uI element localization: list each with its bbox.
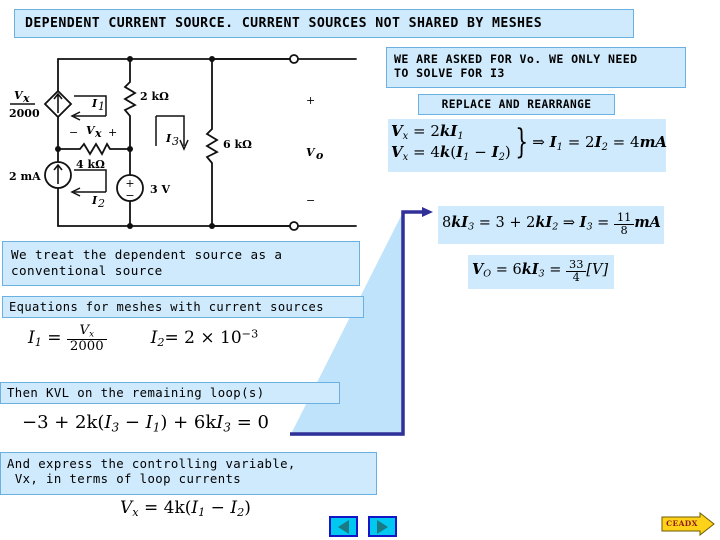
next-slide-button[interactable]: [368, 516, 397, 537]
i1-symbol: I: [28, 327, 35, 348]
i2-equals: =: [164, 327, 179, 348]
svg-text:x: x: [22, 92, 30, 105]
vx-pair-line2: Vx = 4k(I1 − I2): [391, 142, 511, 163]
equation-vo-solve: VO = 6kI3 = 33 4 [V]: [468, 255, 614, 289]
i2-value: 2 × 10: [184, 327, 242, 348]
fraction-vx-2000: Vx 2000: [66, 324, 107, 354]
svg-text:2 kΩ: 2 kΩ: [140, 90, 169, 103]
vo-units: [V]: [586, 261, 609, 278]
i3-lhs: 8kI3 = 3 + 2kI2 ⇒ I3 =: [442, 213, 614, 233]
vx-final-expression: Vx = 4k(I1 − I2): [120, 498, 251, 520]
equation-i3-solve: 8kI3 = 3 + 2kI2 ⇒ I3 = 11 8 mA: [438, 206, 664, 244]
vx-symbol: V: [79, 323, 90, 338]
fraction-denominator: 4: [566, 270, 587, 284]
curly-brace-icon: }: [515, 122, 528, 161]
fraction-numerator: 11: [616, 211, 632, 224]
eq-i1-def: I1 = Vx 2000: [28, 324, 107, 353]
vx-pair-stack: Vx = 2kI1 Vx = 4k(I1 − I2): [391, 122, 511, 164]
equation-kvl-loop: −3 + 2k(I3 − I1) + 6kI3 = 0: [22, 412, 269, 434]
fraction-denominator: 8: [613, 223, 635, 237]
eq-i2-def: I2= 2 × 10−3: [151, 326, 259, 349]
svg-text:x: x: [94, 127, 102, 140]
slide-title: DEPENDENT CURRENT SOURCE. CURRENT SOURCE…: [14, 9, 634, 38]
svg-text:3 V: 3 V: [150, 183, 170, 196]
callout-replace: REPLACE AND REARRANGE: [418, 94, 615, 115]
slide-canvas: DEPENDENT CURRENT SOURCE. CURRENT SOURCE…: [0, 0, 720, 540]
fraction-numerator: Vx: [67, 324, 107, 339]
i2-subscript: 2: [157, 335, 165, 349]
vx-subscript: x: [132, 506, 139, 520]
equation-vx-pair: Vx = 2kI1 Vx = 4k(I1 − I2) } ⇒ I1 = 2I2 =…: [388, 119, 668, 172]
svg-text:−: −: [125, 189, 134, 202]
equation-vx-controlling: Vx = 4k(I1 − I2): [120, 498, 251, 519]
svg-text:4 kΩ: 4 kΩ: [76, 158, 105, 171]
svg-text:−: −: [306, 194, 315, 207]
svg-text:+: +: [306, 94, 315, 107]
callout-express-controlling-variable: And express the controlling variable, Vx…: [0, 452, 377, 495]
callout-mesh-equations: Equations for meshes with current source…: [2, 296, 364, 318]
circuit-diagram: + − V x 2000 I 1 I 2 I 3 2 kΩ 6 kΩ 4 kΩ …: [6, 44, 366, 240]
vx-subscript: x: [89, 329, 95, 340]
i1-equals: =: [47, 327, 62, 348]
i2-exponent: −3: [241, 326, 259, 340]
previous-slide-button[interactable]: [329, 516, 358, 537]
logo-text: CEADX: [666, 519, 698, 528]
triangle-right-icon: [377, 519, 388, 534]
triangle-left-icon: [338, 519, 349, 534]
vx-symbol: V: [120, 498, 133, 518]
svg-text:2 mA: 2 mA: [9, 170, 41, 183]
svg-text:3: 3: [172, 135, 179, 148]
svg-text:2000: 2000: [9, 107, 40, 120]
svg-text:I: I: [165, 132, 172, 145]
callout-treat-dependent-source: We treat the dependent source as a conve…: [2, 241, 360, 286]
i1-subscript: 1: [34, 335, 42, 349]
svg-text:2: 2: [97, 197, 105, 210]
svg-text:−: −: [69, 126, 78, 139]
kvl-expression: −3 + 2k(I3 − I1) + 6kI3 = 0: [22, 412, 269, 435]
svg-text:I: I: [91, 194, 98, 207]
svg-text:I: I: [91, 97, 98, 110]
fraction-33-4: 33 4: [566, 258, 587, 284]
fraction-denominator: 2000: [66, 339, 107, 354]
equation-i1-i2-definitions: I1 = Vx 2000 I2= 2 × 10−3: [28, 324, 258, 354]
fraction-numerator: 33: [569, 258, 584, 271]
vx-pair-line1: Vx = 2kI1: [391, 122, 464, 142]
svg-text:6 kΩ: 6 kΩ: [223, 138, 252, 151]
svg-text:V: V: [306, 146, 316, 159]
svg-text:+: +: [108, 126, 117, 139]
vx-pair-result: ⇒ I1 = 2I2 = 4mA: [532, 132, 668, 153]
ceadx-logo[interactable]: CEADX: [660, 511, 716, 537]
callout-kvl: Then KVL on the remaining loop(s): [0, 382, 340, 404]
vo-lhs: VO = 6kI3 =: [472, 260, 567, 280]
svg-text:o: o: [316, 149, 323, 162]
svg-text:1: 1: [98, 100, 105, 113]
i3-units: mA: [634, 213, 661, 231]
callout-asked: WE ARE ASKED FOR Vo. WE ONLY NEED TO SOL…: [386, 47, 686, 88]
fraction-11-8: 11 8: [613, 211, 635, 237]
